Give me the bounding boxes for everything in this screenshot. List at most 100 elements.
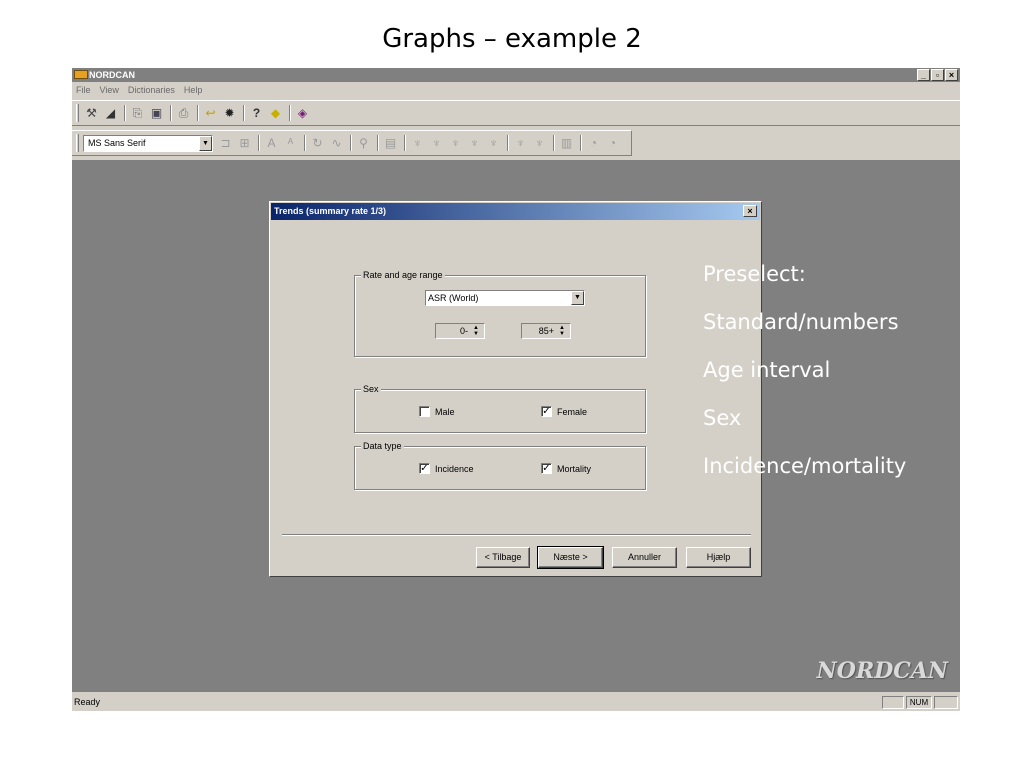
toolbar-separator [580,135,582,151]
toolbar-separator [258,135,260,151]
main-toolbar: ⚒ ◢ ⎘ ▣ ⎙ ↩ ✹ ? ◆ ◈ [72,100,960,126]
nordcan-logo: NORDCAN [816,658,948,684]
incidence-checkbox[interactable]: ✓ Incidence [419,463,474,474]
dialog-separator [282,534,751,536]
mortality-checkbox-box[interactable]: ✓ [541,463,552,474]
menu-dictionaries[interactable]: Dictionaries [128,83,175,97]
align-icon[interactable]: ♆ [428,135,445,152]
chart-wizard-icon[interactable]: ⚒ [83,105,100,122]
toolbar-separator [350,135,352,151]
save-icon[interactable]: ▣ [148,105,165,122]
male-checkbox[interactable]: Male [419,406,455,417]
spin-arrows-icon[interactable]: ▲ ▼ [556,325,568,337]
toolbar-separator [404,135,406,151]
rate-select[interactable]: ASR (World) ▼ [425,290,585,306]
legend-icon[interactable]: ▥ [558,135,575,152]
datatype-group-label: Data type [361,440,404,452]
toolbar-separator [170,105,172,121]
next-button[interactable]: Næste > [537,546,604,569]
menu-view[interactable]: View [100,83,119,97]
format-toolbar: MS Sans Serif ▼ ⊐ ⊞ A ᴬ ↻ ∿ ⚲ ▤ ♆ ♆ ♆ ♆ … [72,130,632,156]
close-icon[interactable]: × [743,205,757,217]
dialog-titlebar[interactable]: Trends (summary rate 1/3) × [271,203,760,220]
app-titlebar[interactable]: NORDCAN _ ▫ × [72,68,960,82]
note-line: Age interval [703,358,831,382]
toolbar-separator [507,135,509,151]
font-select[interactable]: MS Sans Serif ▼ [83,134,213,152]
grid-icon[interactable]: ▤ [382,135,399,152]
align-icon[interactable]: ♆ [485,135,502,152]
male-checkbox-box[interactable] [419,406,430,417]
toolbar-separator [243,105,245,121]
rate-select-value: ASR (World) [428,293,479,303]
help-icon[interactable]: ? [248,105,265,122]
format-icon[interactable]: ⊐ [217,135,234,152]
help-button[interactable]: Hjælp [686,547,751,568]
status-cell-scroll [934,696,958,709]
book-icon[interactable]: ◈ [294,105,311,122]
toolbar-grip[interactable] [76,134,79,152]
align-icon[interactable]: ♆ [447,135,464,152]
chevron-down-icon[interactable]: ▼ [199,135,212,151]
incidence-checkbox-box[interactable]: ✓ [419,463,430,474]
menubar: File View Dictionaries Help [72,83,202,97]
note-line: Incidence/mortality [703,454,907,478]
datatype-group: Data type ✓ Incidence ✓ Mortality [354,440,646,490]
align-icon[interactable]: ♆ [512,135,529,152]
age-from-stepper[interactable]: 0- ▲ ▼ [435,323,485,339]
mortality-checkbox-label: Mortality [557,463,592,474]
age-from-value: 0- [459,326,468,336]
age-to-stepper[interactable]: 85+ ▲ ▼ [521,323,571,339]
app-icon [74,70,88,79]
toolbar-separator [124,105,126,121]
slide-title: Graphs – example 2 [382,24,642,54]
cancel-button[interactable]: Annuller [612,547,677,568]
toolbar-separator [197,105,199,121]
female-checkbox-box[interactable]: ✓ [541,406,552,417]
menu-help[interactable]: Help [184,83,203,97]
axis-icon[interactable]: ∿ [328,135,345,152]
note-line: Preselect: [703,262,806,286]
font-shrink-icon[interactable]: ᴬ [282,135,299,152]
font-select-value: MS Sans Serif [88,137,146,148]
chart-edit-icon[interactable]: ◢ [102,105,119,122]
close-button[interactable]: × [945,69,958,81]
status-cell-caps [882,696,904,709]
restore-button[interactable]: ▫ [931,69,944,81]
rate-age-group: Rate and age range ASR (World) ▼ 0- ▲ ▼ 8… [354,269,646,357]
font-grow-icon[interactable]: A [263,135,280,152]
align-icon[interactable]: ♆ [409,135,426,152]
pie-icon[interactable]: ◔ [604,135,621,152]
back-button[interactable]: < Tilbage [476,547,530,568]
table-icon[interactable]: ⊞ [236,135,253,152]
pie-icon[interactable]: ◔ [585,135,602,152]
copy-icon[interactable]: ⎘ [129,105,146,122]
menu-file[interactable]: File [76,83,91,97]
slide-notes: Preselect: Standard/numbers Age interval… [703,258,906,498]
toolbar-separator [289,105,291,121]
age-to-value: 85+ [538,326,554,336]
bug-icon[interactable]: ✹ [221,105,238,122]
note-line: Standard/numbers [703,310,899,334]
rate-age-group-label: Rate and age range [361,269,445,281]
toolbar-grip[interactable] [76,104,79,122]
print-icon[interactable]: ⎙ [175,105,192,122]
trends-dialog: Trends (summary rate 1/3) × Rate and age… [269,201,762,577]
highlight-icon[interactable]: ◆ [267,105,284,122]
chevron-down-icon[interactable]: ▼ [571,291,584,305]
mortality-checkbox[interactable]: ✓ Mortality [541,463,591,474]
zoom-icon[interactable]: ⚲ [355,135,372,152]
align-icon[interactable]: ♆ [531,135,548,152]
status-text: Ready [74,697,101,707]
align-icon[interactable]: ♆ [466,135,483,152]
spin-arrows-icon[interactable]: ▲ ▼ [470,325,482,337]
note-line: Sex [703,406,742,430]
female-checkbox-label: Female [557,406,588,417]
rotate-icon[interactable]: ↻ [309,135,326,152]
female-checkbox[interactable]: ✓ Female [541,406,587,417]
minimize-button[interactable]: _ [917,69,930,81]
back-arrow-icon[interactable]: ↩ [202,105,219,122]
sex-group: Sex Male ✓ Female [354,383,646,433]
toolbar-separator [553,135,555,151]
male-checkbox-label: Male [435,406,455,417]
